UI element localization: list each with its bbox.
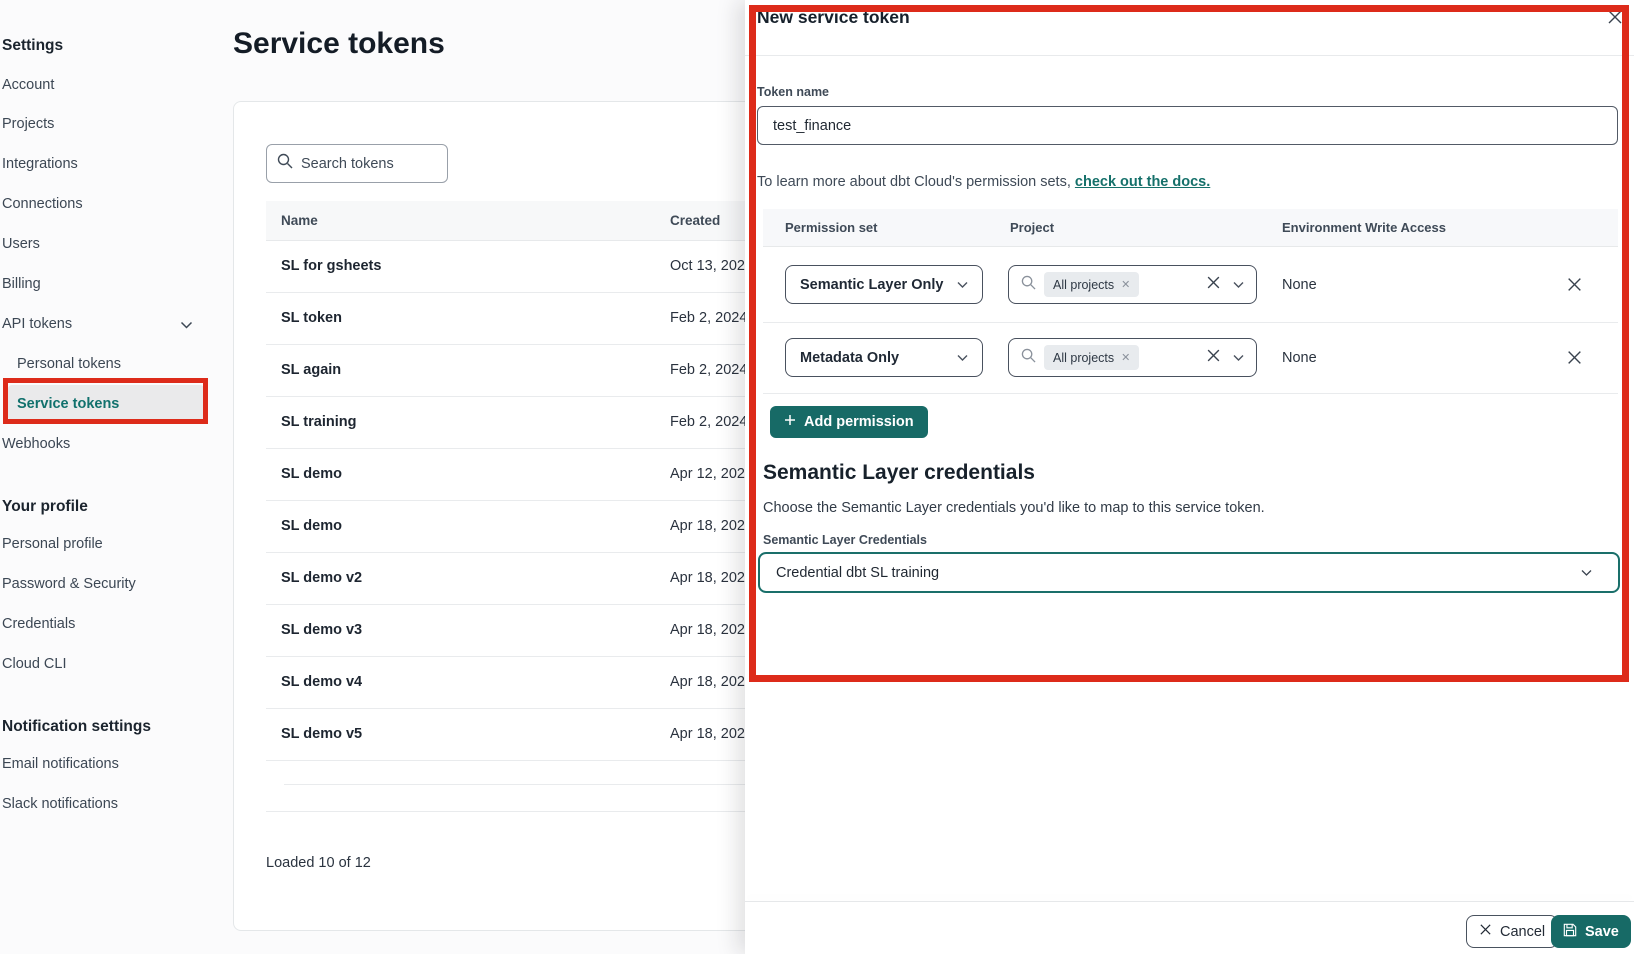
cancel-label: Cancel <box>1500 924 1545 940</box>
docs-link[interactable]: check out the docs. <box>1075 174 1210 190</box>
column-header-project: Project <box>1010 220 1054 235</box>
token-name: SL training <box>281 414 356 430</box>
close-icon <box>1479 923 1492 940</box>
token-name: SL demo v5 <box>281 726 362 742</box>
page-title: Service tokens <box>233 27 445 61</box>
chevron-down-icon <box>1581 564 1592 582</box>
semantic-layer-credentials-description: Choose the Semantic Layer credentials yo… <box>763 500 1265 516</box>
env-write-access-value: None <box>1282 277 1317 293</box>
chip-remove-icon[interactable]: ✕ <box>1121 351 1130 364</box>
env-write-access-value: None <box>1282 350 1317 366</box>
sidebar-item-users[interactable]: Users <box>2 236 40 252</box>
footer-divider <box>745 901 1634 902</box>
chevron-down-icon[interactable] <box>1233 349 1244 367</box>
token-created: Oct 13, 2023, <box>670 258 757 274</box>
add-permission-button[interactable]: Add permission <box>770 406 928 438</box>
column-header-created: Created <box>670 213 720 228</box>
permission-table-header: Permission set Project Environment Write… <box>763 209 1618 247</box>
loaded-count-text: Loaded 10 of 12 <box>266 855 371 871</box>
sidebar-item-credentials[interactable]: Credentials <box>2 616 75 632</box>
sidebar-item-cloud-cli[interactable]: Cloud CLI <box>2 656 66 672</box>
sidebar-item-slack-notifications[interactable]: Slack notifications <box>2 796 118 812</box>
sidebar-section-settings: Settings <box>2 37 63 55</box>
search-icon <box>1021 348 1036 368</box>
plus-icon <box>784 414 796 430</box>
divider <box>745 55 1634 56</box>
project-chip: All projects ✕ <box>1044 272 1139 297</box>
column-header-name: Name <box>281 213 318 228</box>
token-name: SL demo <box>281 518 342 534</box>
project-combobox[interactable]: All projects ✕ <box>1008 338 1257 377</box>
chevron-down-icon[interactable] <box>1233 276 1244 294</box>
column-header-permission-set: Permission set <box>785 220 878 235</box>
sidebar-section-notification-settings: Notification settings <box>2 718 151 736</box>
remove-permission-icon[interactable] <box>1566 276 1584 294</box>
save-icon <box>1563 923 1577 941</box>
sidebar-item-password-security[interactable]: Password & Security <box>2 576 136 592</box>
clear-icon[interactable] <box>1206 348 1221 368</box>
sidebar-item-connections[interactable]: Connections <box>2 196 83 212</box>
semantic-layer-credentials-value: Credential dbt SL training <box>776 565 939 581</box>
project-combobox[interactable]: All projects ✕ <box>1008 265 1257 304</box>
token-name-label: Token name <box>757 85 829 99</box>
save-label: Save <box>1585 924 1619 940</box>
token-name: SL again <box>281 362 341 378</box>
divider <box>763 393 1618 394</box>
clear-icon[interactable] <box>1206 275 1221 295</box>
sidebar-item-personal-profile[interactable]: Personal profile <box>2 536 103 552</box>
token-name: SL demo v3 <box>281 622 362 638</box>
cancel-button[interactable]: Cancel <box>1466 915 1558 948</box>
sidebar-item-email-notifications[interactable]: Email notifications <box>2 756 119 772</box>
sidebar-item-billing[interactable]: Billing <box>2 276 41 292</box>
divider <box>763 322 1618 323</box>
docs-text: To learn more about dbt Cloud's permissi… <box>757 174 1075 190</box>
permission-set-value: Metadata Only <box>800 350 899 366</box>
token-name: SL demo v4 <box>281 674 362 690</box>
sidebar-section-your-profile: Your profile <box>2 498 88 516</box>
semantic-layer-credentials-heading: Semantic Layer credentials <box>763 461 1035 485</box>
project-chip: All projects ✕ <box>1044 345 1139 370</box>
token-name: SL demo v2 <box>281 570 362 586</box>
chevron-down-icon <box>957 276 968 294</box>
sidebar-item-personal-tokens[interactable]: Personal tokens <box>17 356 121 372</box>
search-icon <box>1021 275 1036 295</box>
project-chip-label: All projects <box>1053 278 1114 292</box>
semantic-layer-credentials-select[interactable]: Credential dbt SL training <box>758 552 1620 593</box>
save-button[interactable]: Save <box>1551 915 1631 948</box>
semantic-layer-credentials-label: Semantic Layer Credentials <box>763 533 927 547</box>
search-tokens-box[interactable] <box>266 144 448 183</box>
search-icon <box>277 153 293 174</box>
sidebar-item-projects[interactable]: Projects <box>2 116 54 132</box>
token-name: SL token <box>281 310 342 326</box>
permission-docs-text: To learn more about dbt Cloud's permissi… <box>757 174 1210 190</box>
chip-remove-icon[interactable]: ✕ <box>1121 278 1130 291</box>
chevron-down-icon <box>957 349 968 367</box>
token-name-input[interactable] <box>757 106 1618 145</box>
token-name: SL for gsheets <box>281 258 381 274</box>
sidebar-item-service-tokens-label[interactable]: Service tokens <box>17 396 119 412</box>
new-service-token-drawer: New service token Token name To learn mo… <box>745 0 1634 954</box>
permission-set-select[interactable]: Semantic Layer Only <box>785 265 983 304</box>
add-permission-label: Add permission <box>804 414 914 430</box>
sidebar-item-api-tokens[interactable]: API tokens <box>2 316 72 332</box>
remove-permission-icon[interactable] <box>1566 349 1584 367</box>
token-name: SL demo <box>281 466 342 482</box>
project-chip-label: All projects <box>1053 351 1114 365</box>
chevron-down-icon[interactable] <box>180 317 193 335</box>
settings-sidebar: Settings Account Projects Integrations C… <box>0 0 215 954</box>
search-input[interactable] <box>301 156 421 172</box>
permission-set-value: Semantic Layer Only <box>800 277 943 293</box>
drawer-title: New service token <box>757 7 910 28</box>
sidebar-item-webhooks[interactable]: Webhooks <box>2 436 70 452</box>
sidebar-item-integrations[interactable]: Integrations <box>2 156 78 172</box>
permission-set-select[interactable]: Metadata Only <box>785 338 983 377</box>
close-icon[interactable] <box>1606 8 1626 28</box>
sidebar-item-account[interactable]: Account <box>2 77 54 93</box>
column-header-env-write: Environment Write Access <box>1282 220 1446 235</box>
